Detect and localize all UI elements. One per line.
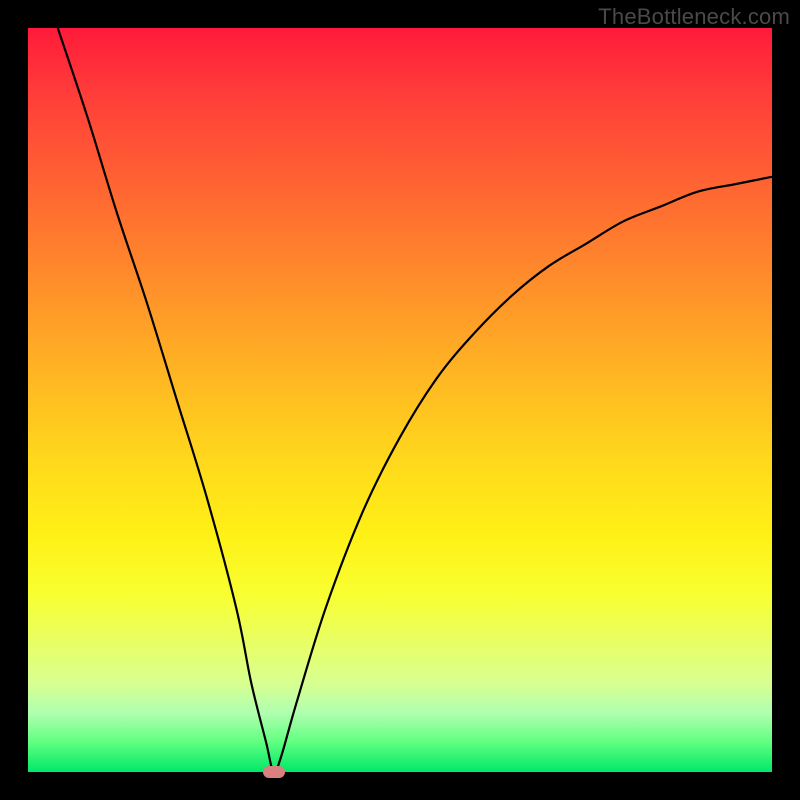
optimal-point-marker (263, 766, 285, 778)
bottleneck-curve (28, 28, 772, 772)
plot-area (28, 28, 772, 772)
watermark-text: TheBottleneck.com (598, 4, 790, 30)
chart-frame: TheBottleneck.com (0, 0, 800, 800)
